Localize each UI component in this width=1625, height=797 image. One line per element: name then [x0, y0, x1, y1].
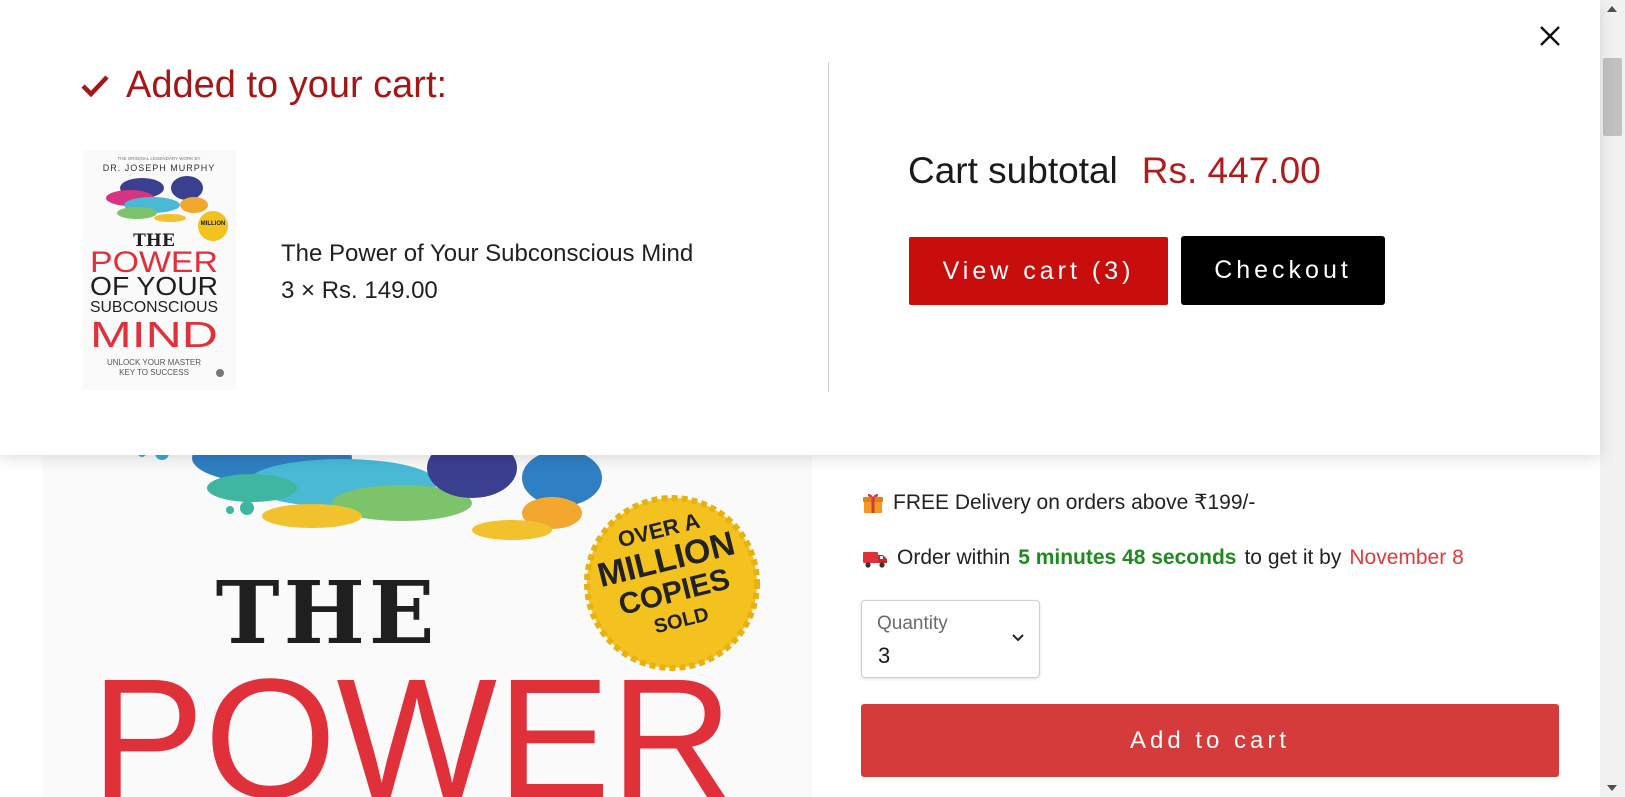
- checkout-button[interactable]: Checkout: [1181, 236, 1385, 305]
- added-title-text: Added to your cart:: [126, 64, 448, 106]
- thumb-mind: MIND: [90, 314, 218, 355]
- thumb-tagline-2: KEY TO SUCCESS: [119, 368, 189, 377]
- order-within-line: Order within 5 minutes 48 seconds to get…: [861, 546, 1464, 570]
- thumb-clouds: [106, 176, 208, 222]
- quantity-select[interactable]: Quantity 3: [861, 600, 1040, 678]
- view-cart-button[interactable]: View cart (3): [909, 237, 1168, 305]
- order-prefix: Order within: [897, 546, 1011, 569]
- close-drawer-button[interactable]: [1538, 24, 1562, 48]
- quantity-label: Quantity: [877, 613, 948, 634]
- drawer-divider: [828, 62, 829, 392]
- order-date: November 8: [1349, 546, 1464, 569]
- thumb-tagline-1: UNLOCK YOUR MASTER: [107, 358, 201, 367]
- truck-icon: [863, 552, 887, 568]
- cart-item-name[interactable]: The Power of Your Subconscious Mind: [281, 240, 693, 268]
- free-delivery-line: FREE Delivery on orders above ₹199/-: [861, 490, 1255, 515]
- cart-notification-drawer: Added to your cart: THE ORIGINAL LEGENDA…: [0, 0, 1600, 455]
- gift-icon: [863, 493, 883, 513]
- thumb-top-small: THE ORIGINAL LEGENDARY WORK BY: [118, 156, 201, 161]
- added-to-cart-heading: Added to your cart:: [80, 64, 447, 107]
- product-main-image[interactable]: OVER A MILLION COPIES SOLD THE POWER: [42, 438, 812, 797]
- quantity-value: 3: [878, 643, 891, 668]
- subtotal-value: Rs. 447.00: [1141, 150, 1321, 191]
- check-icon: [81, 74, 109, 97]
- order-middle: to get it by: [1244, 546, 1342, 569]
- cart-item-thumbnail[interactable]: THE ORIGINAL LEGENDARY WORK BY DR. JOSEP…: [82, 150, 236, 390]
- scrollbar-thumb[interactable]: [1603, 58, 1622, 136]
- thumb-of-your: OF YOUR: [90, 271, 218, 301]
- thumb-author: DR. JOSEPH MURPHY: [103, 163, 216, 173]
- add-to-cart-button[interactable]: Add to cart: [861, 704, 1559, 777]
- cover-title-power: POWER: [91, 644, 733, 797]
- scroll-down-arrow[interactable]: [1607, 785, 1617, 791]
- publisher-logo: [216, 369, 224, 377]
- page-scrollbar[interactable]: [1600, 0, 1625, 797]
- thumb-badge: MILLION: [201, 221, 226, 227]
- cart-item-quantity-price: 3 × Rs. 149.00: [281, 277, 438, 304]
- subtotal-label: Cart subtotal: [908, 150, 1118, 191]
- million-copies-badge: OVER A MILLION COPIES SOLD: [584, 495, 760, 671]
- order-countdown: 5 minutes 48 seconds: [1018, 546, 1237, 569]
- close-icon: [1540, 26, 1560, 46]
- chevron-down-icon: [1012, 634, 1024, 642]
- scroll-up-arrow[interactable]: [1607, 6, 1617, 12]
- free-delivery-text: FREE Delivery on orders above ₹199/-: [893, 491, 1256, 514]
- cart-subtotal: Cart subtotal Rs. 447.00: [908, 150, 1321, 192]
